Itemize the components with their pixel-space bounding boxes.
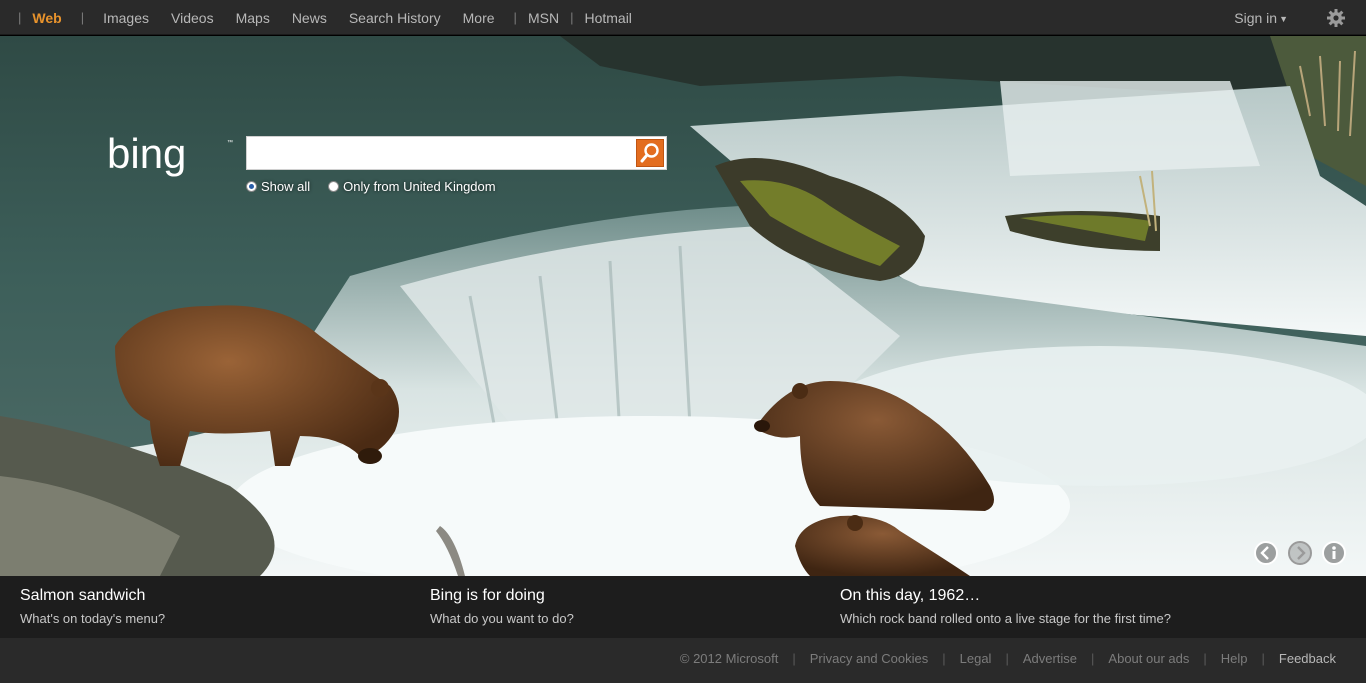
scope-only-uk[interactable]: Only from United Kingdom xyxy=(328,179,496,194)
background-photo xyxy=(0,36,1366,576)
nav-hotmail[interactable]: Hotmail xyxy=(584,10,631,26)
nav-msn[interactable]: MSN xyxy=(528,10,559,26)
search-button[interactable] xyxy=(636,139,664,167)
bear-waterfall-image xyxy=(0,36,1366,576)
nav-videos[interactable]: Videos xyxy=(171,10,214,26)
footer-separator: | xyxy=(1005,651,1009,666)
radio-unselected-icon[interactable] xyxy=(328,181,340,192)
caption-item[interactable]: Salmon sandwich What's on today's menu? xyxy=(20,587,165,626)
caption-title[interactable]: On this day, 1962… xyxy=(840,587,1171,605)
nav-web[interactable]: Web xyxy=(32,10,61,26)
caption-subtitle[interactable]: What's on today's menu? xyxy=(20,611,165,626)
caption-title[interactable]: Salmon sandwich xyxy=(20,587,165,605)
footer-link-about-ads[interactable]: About our ads xyxy=(1108,651,1189,666)
bing-logo[interactable]: bing ™ xyxy=(107,130,235,182)
nav-separator: | xyxy=(18,10,22,25)
search-input[interactable] xyxy=(247,137,632,169)
sign-in-menu[interactable]: Sign in ▼ xyxy=(1234,10,1288,26)
footer-separator: | xyxy=(942,651,946,666)
vertical-nav: | Web | Images Videos Maps News Search H… xyxy=(10,0,635,35)
radio-selected-icon[interactable] xyxy=(246,181,257,192)
footer-separator: | xyxy=(792,651,796,666)
chevron-down-icon: ▼ xyxy=(1279,14,1288,24)
next-icon[interactable] xyxy=(1287,540,1313,566)
info-icon[interactable] xyxy=(1321,540,1347,566)
nav-separator: | xyxy=(570,10,574,25)
nav-maps[interactable]: Maps xyxy=(236,10,270,26)
footer-link-feedback[interactable]: Feedback xyxy=(1279,651,1336,666)
nav-images[interactable]: Images xyxy=(103,10,149,26)
scope-only-uk-label: Only from United Kingdom xyxy=(343,179,496,194)
footer-link-advertise[interactable]: Advertise xyxy=(1023,651,1077,666)
caption-item[interactable]: On this day, 1962… Which rock band rolle… xyxy=(840,587,1171,626)
caption-item[interactable]: Bing is for doing What do you want to do… xyxy=(430,587,574,626)
bing-logo-text: bing xyxy=(107,130,186,177)
scope-show-all-label: Show all xyxy=(261,179,311,194)
copyright: © 2012 Microsoft xyxy=(679,651,779,666)
caption-subtitle[interactable]: What do you want to do? xyxy=(430,611,574,626)
caption-subtitle[interactable]: Which rock band rolled onto a live stage… xyxy=(840,611,1171,626)
nav-search-history[interactable]: Search History xyxy=(349,10,441,26)
magnifier-icon xyxy=(640,143,659,163)
footer-link-legal[interactable]: Legal xyxy=(960,651,992,666)
top-navigation-bar: | Web | Images Videos Maps News Search H… xyxy=(0,0,1366,35)
footer-separator: | xyxy=(1261,651,1265,666)
footer-separator: | xyxy=(1203,651,1207,666)
previous-icon[interactable] xyxy=(1253,540,1279,566)
footer: © 2012 Microsoft | Privacy and Cookies |… xyxy=(0,638,1366,683)
search-scope-options: Show all Only from United Kingdom xyxy=(246,179,514,194)
gear-icon[interactable] xyxy=(1326,8,1346,28)
nav-separator: | xyxy=(513,10,517,25)
scope-show-all[interactable]: Show all xyxy=(246,179,310,194)
footer-links: © 2012 Microsoft | Privacy and Cookies |… xyxy=(680,651,1336,666)
caption-title[interactable]: Bing is for doing xyxy=(430,587,574,605)
footer-link-privacy[interactable]: Privacy and Cookies xyxy=(810,651,929,666)
nav-news[interactable]: News xyxy=(292,10,327,26)
nav-separator: | xyxy=(80,10,85,25)
footer-separator: | xyxy=(1091,651,1095,666)
nav-more[interactable]: More xyxy=(463,10,495,26)
trademark-mark: ™ xyxy=(227,139,233,146)
footer-link-help[interactable]: Help xyxy=(1221,651,1248,666)
search-box xyxy=(246,136,667,170)
sign-in-label: Sign in xyxy=(1234,10,1278,26)
hotspot-caption-strip: Salmon sandwich What's on today's menu? … xyxy=(0,576,1366,638)
